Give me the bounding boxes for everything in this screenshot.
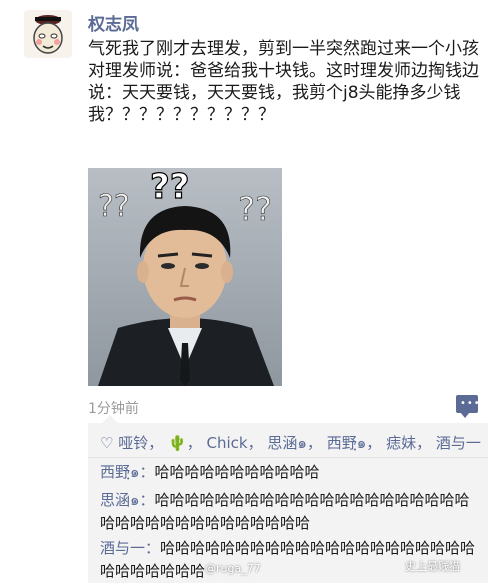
more-dots-icon: ••• [460,398,481,409]
watermark-right: 史上最贱猫 [405,560,460,573]
watermark-left: @ruga_77 [205,562,261,575]
comment-text: 哈哈哈哈哈哈哈哈哈哈哈哈哈哈哈哈哈哈哈哈哈哈哈哈哈哈哈哈哈哈哈哈哈哈哈 [100,491,470,532]
like-name[interactable]: 哑铃 [118,434,148,452]
comment-author[interactable]: 酒与一 [100,539,145,557]
post-text: 气死我了刚才去理发，剪到一半突然跑过来一个小孩对理发师说：爸爸给我十块钱。这时理… [88,39,479,125]
like-name[interactable]: 思涵๑ [267,434,307,452]
like-name[interactable]: 痣妹 [386,434,416,452]
heart-icon: ♡ [100,434,114,452]
like-name[interactable]: 酒与一 [436,434,481,452]
comment-author[interactable]: 西野ฺ๑ [100,463,140,481]
avatar-illustration [24,10,72,58]
like-name[interactable]: 西野ฺ๑ [327,434,367,452]
post-photo[interactable]: ?? ?? ?? [88,168,282,386]
svg-text:??: ?? [98,189,130,224]
comment-text: 哈哈哈哈哈哈哈哈哈哈哈 [154,463,320,481]
like-name[interactable]: 🌵 [168,434,187,452]
avatar[interactable] [24,10,72,58]
post-author-name[interactable]: 权志凤 [88,10,139,35]
svg-text:??: ?? [238,190,272,228]
man-with-question-marks-image: ?? ?? ?? [88,168,282,386]
svg-text:??: ?? [150,168,189,207]
likes-row: ♡ 哑铃， 🌵， Chick， 思涵๑， 西野ฺ๑， 痣妹， 酒与一 [100,434,481,452]
like-name[interactable]: Chick [207,434,248,452]
comment-item[interactable]: 思涵๑：哈哈哈哈哈哈哈哈哈哈哈哈哈哈哈哈哈哈哈哈哈哈哈哈哈哈哈哈哈哈哈哈哈哈哈 [100,489,480,535]
divider [88,457,488,458]
comment-item[interactable]: 西野ฺ๑：哈哈哈哈哈哈哈哈哈哈哈 [100,461,480,484]
comment-icon[interactable]: ••• [456,395,481,418]
comment-author[interactable]: 思涵๑ [100,491,140,509]
